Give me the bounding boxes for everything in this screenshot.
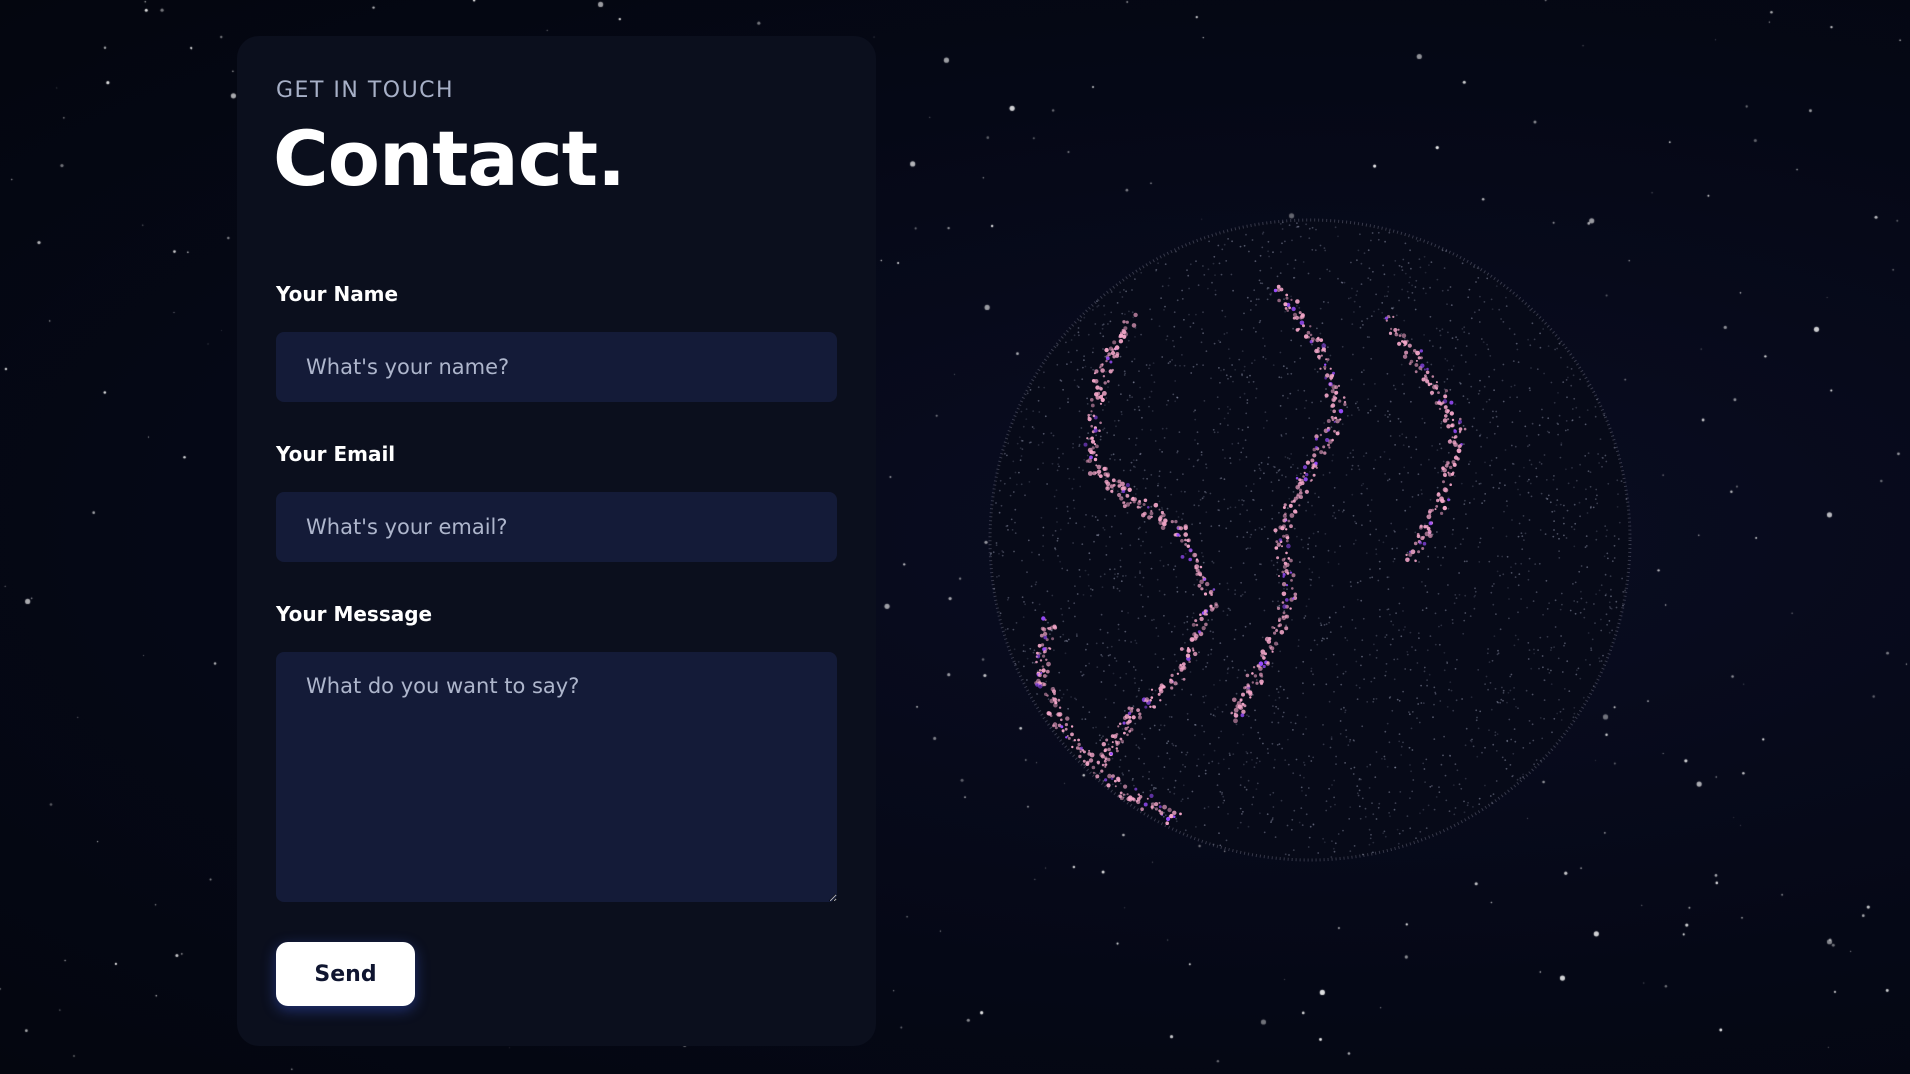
- section-subtitle: GET IN TOUCH: [276, 78, 455, 103]
- message-textarea[interactable]: [276, 652, 837, 902]
- earth-globe-icon[interactable]: [980, 200, 1640, 890]
- page-title: Contact.: [273, 114, 626, 203]
- name-input[interactable]: [276, 332, 837, 402]
- globe-dots: [988, 218, 1632, 862]
- email-input[interactable]: [276, 492, 837, 562]
- contact-page: GET IN TOUCH Contact. Your Name Your Ema…: [0, 0, 1910, 1074]
- contact-card: GET IN TOUCH Contact. Your Name Your Ema…: [237, 36, 876, 1046]
- send-button[interactable]: Send: [276, 942, 415, 1006]
- message-label: Your Message: [276, 602, 433, 626]
- email-label: Your Email: [276, 442, 396, 466]
- name-label: Your Name: [276, 282, 399, 306]
